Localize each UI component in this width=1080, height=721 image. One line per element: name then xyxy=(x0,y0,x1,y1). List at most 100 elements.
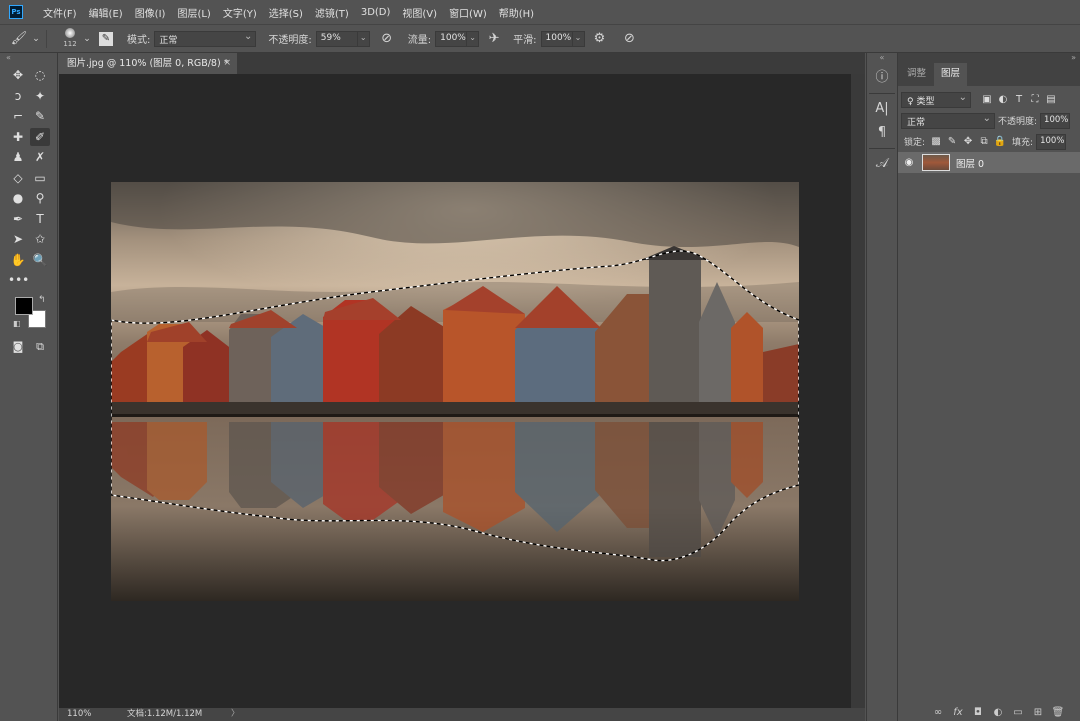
menu-select[interactable]: 选择(S) xyxy=(263,5,309,20)
menu-help[interactable]: 帮助(H) xyxy=(493,5,540,20)
edit-toolbar-icon[interactable]: ••• xyxy=(8,271,29,289)
eyedropper-tool-icon[interactable]: ✎ xyxy=(30,107,50,125)
menu-type[interactable]: 文字(Y) xyxy=(217,5,263,20)
fill-input[interactable]: 100% xyxy=(1036,133,1067,150)
custom-shape-tool-icon[interactable]: ✩ xyxy=(30,230,50,248)
healing-brush-tool-icon[interactable]: ✚ xyxy=(8,128,28,146)
menu-3d[interactable]: 3D(D) xyxy=(355,7,397,18)
tab-layers[interactable]: 图层 xyxy=(934,63,968,86)
flow-slider-chevron-icon[interactable]: ⌄ xyxy=(467,30,480,47)
pen-tool-icon[interactable]: ✒ xyxy=(8,210,28,228)
ellipse-marquee-tool-icon[interactable]: ◌ xyxy=(30,66,50,84)
lasso-tool-icon[interactable]: ↄ xyxy=(8,87,28,105)
filter-adjustment-layers-icon[interactable]: ◐ xyxy=(995,94,1011,105)
canvas-area[interactable] xyxy=(59,74,851,708)
document-tab[interactable]: 图片.jpg @ 110% (图层 0, RGB/8) * × xyxy=(59,53,237,74)
menu-layer[interactable]: 图层(L) xyxy=(171,5,216,20)
glyphs-panel-icon[interactable]: 𝒜 xyxy=(868,153,896,175)
new-layer-icon[interactable]: ⊞ xyxy=(1028,707,1048,718)
airbrush-icon[interactable]: ✈ xyxy=(485,30,503,48)
foreground-color-swatch[interactable] xyxy=(15,296,33,315)
add-mask-icon[interactable]: ◘ xyxy=(968,707,988,718)
layers-panel: » 调整 图层 ♀ 类型 ▣ ◐ T ⛶ ▤ 正常 不透明度: 100% 锁定:… xyxy=(898,53,1080,721)
filter-smart-objects-icon[interactable]: ▤ xyxy=(1043,94,1059,105)
path-selection-tool-icon[interactable]: ➤ xyxy=(8,230,28,248)
options-bar: 🖌 ⌄ 112 ⌄ ✎ 模式: 正常 不透明度: 59% ⌄ ⊘ 流量: 100… xyxy=(0,24,1080,53)
blur-tool-icon[interactable]: ● xyxy=(8,189,28,207)
brush-tip-icon xyxy=(65,27,75,38)
brush-tool-icon[interactable]: ✐ xyxy=(30,127,50,146)
default-colors-icon[interactable]: ◧ xyxy=(13,319,21,328)
lock-artboard-icon[interactable]: ⧉ xyxy=(976,136,992,147)
document-image[interactable] xyxy=(111,182,799,601)
hand-tool-icon[interactable]: ✋ xyxy=(8,251,28,269)
mode-select[interactable]: 正常 xyxy=(154,30,257,47)
menu-view[interactable]: 视图(V) xyxy=(396,5,443,20)
pressure-size-icon[interactable]: ⊘ xyxy=(621,30,639,48)
eye-icon[interactable]: ◉ xyxy=(898,157,920,168)
lock-transparency-icon[interactable]: ▩ xyxy=(928,136,944,147)
blend-mode-select[interactable]: 正常 xyxy=(901,112,995,129)
type-tool-icon[interactable]: T xyxy=(30,210,50,228)
divider xyxy=(869,93,895,94)
brush-tool-icon[interactable]: 🖌 xyxy=(10,30,28,48)
panel-collapse-icon[interactable]: » xyxy=(1071,53,1076,62)
menu-edit[interactable]: 编辑(E) xyxy=(83,5,129,20)
filter-type-layers-icon[interactable]: T xyxy=(1011,94,1027,105)
delete-layer-icon[interactable]: 🗑 xyxy=(1048,707,1068,718)
smoothing-slider-chevron-icon[interactable]: ⌄ xyxy=(572,30,585,47)
layer-opacity-input[interactable]: 100% xyxy=(1040,112,1071,129)
magic-wand-tool-icon[interactable]: ✦ xyxy=(30,87,50,105)
tab-adjustments[interactable]: 调整 xyxy=(900,63,933,86)
layer-item[interactable]: ◉ 图层 0 xyxy=(898,152,1080,173)
brush-preset-picker[interactable]: 112 xyxy=(59,26,81,52)
character-panel-icon[interactable]: A| xyxy=(868,98,896,120)
menu-file[interactable]: 文件(F) xyxy=(37,5,83,20)
tool-preset-chevron-icon[interactable]: ⌄ xyxy=(32,30,40,48)
menu-window[interactable]: 窗口(W) xyxy=(443,5,493,20)
adjustment-layer-icon[interactable]: ◐ xyxy=(988,707,1008,718)
quick-mask-icon[interactable]: ◙ xyxy=(8,338,28,356)
brush-settings-panel-icon[interactable]: ✎ xyxy=(99,31,113,46)
filter-shape-layers-icon[interactable]: ⛶ xyxy=(1027,94,1043,105)
lock-all-icon[interactable]: 🔒 xyxy=(992,136,1008,147)
close-icon[interactable]: × xyxy=(223,53,231,74)
opacity-slider-chevron-icon[interactable]: ⌄ xyxy=(357,30,370,47)
smoothing-input[interactable]: 100% xyxy=(540,30,573,47)
lock-image-pixels-icon[interactable]: ✎ xyxy=(944,136,960,147)
opacity-input[interactable]: 59% xyxy=(315,30,358,47)
link-layers-icon[interactable]: ∞ xyxy=(928,707,948,718)
eraser-tool-icon[interactable]: ◇ xyxy=(8,169,28,187)
divider xyxy=(869,148,895,149)
dodge-tool-icon[interactable]: ⚲ xyxy=(30,189,50,207)
dock-collapse-icon[interactable]: « xyxy=(867,53,897,65)
screen-mode-icon[interactable]: ⧉ xyxy=(30,338,50,356)
zoom-tool-icon[interactable]: 🔍 xyxy=(30,251,50,269)
brush-picker-chevron-icon[interactable]: ⌄ xyxy=(83,30,91,48)
info-panel-icon[interactable]: ⓘ xyxy=(868,67,896,89)
canvas-vertical-scrollbar[interactable] xyxy=(851,74,865,708)
clone-stamp-tool-icon[interactable]: ♟ xyxy=(8,148,28,166)
lock-position-icon[interactable]: ✥ xyxy=(960,136,976,147)
layer-filter-kind-select[interactable]: ♀ 类型 xyxy=(901,91,971,108)
crop-tool-icon[interactable]: ⌐ xyxy=(8,107,28,125)
swap-colors-icon[interactable]: ↰ xyxy=(38,295,46,305)
pressure-opacity-icon[interactable]: ⊘ xyxy=(378,30,396,48)
panel-collapse-icon[interactable]: « xyxy=(0,53,57,65)
gradient-tool-icon[interactable]: ▭ xyxy=(30,169,50,187)
flow-input[interactable]: 100% xyxy=(435,30,468,47)
filter-pixel-layers-icon[interactable]: ▣ xyxy=(979,94,995,105)
opacity-label: 不透明度: xyxy=(268,35,312,46)
gear-icon[interactable]: ⚙ xyxy=(591,30,609,48)
layer-style-fx-icon[interactable]: fx xyxy=(948,707,968,718)
menu-filter[interactable]: 滤镜(T) xyxy=(309,5,355,20)
menu-bar: Ps 文件(F) 编辑(E) 图像(I) 图层(L) 文字(Y) 选择(S) 滤… xyxy=(0,0,1080,24)
layer-thumbnail xyxy=(922,154,950,171)
paragraph-panel-icon[interactable]: ¶ xyxy=(868,122,896,144)
zoom-level[interactable]: 110% xyxy=(67,708,91,721)
menu-image[interactable]: 图像(I) xyxy=(129,5,172,20)
history-brush-tool-icon[interactable]: ✗ xyxy=(30,148,50,166)
status-menu-arrow-icon[interactable]: 〉 xyxy=(231,708,240,721)
move-tool-icon[interactable]: ✥ xyxy=(8,66,28,84)
new-group-icon[interactable]: ▭ xyxy=(1008,707,1028,718)
